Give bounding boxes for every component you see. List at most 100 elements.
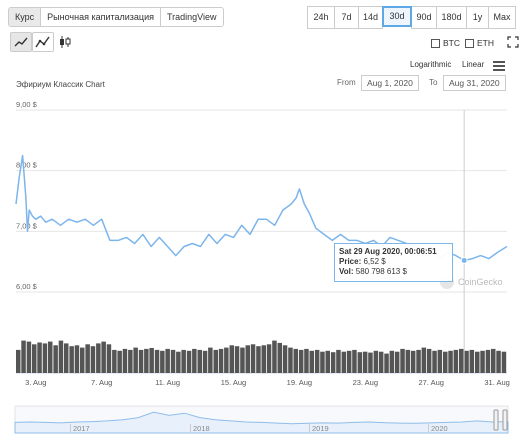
- x-tick-label: 19. Aug: [287, 378, 312, 387]
- volume-bar: [485, 349, 491, 373]
- volume-bar: [53, 345, 58, 374]
- volume-bar: [192, 348, 197, 373]
- volume-bar: [80, 347, 85, 373]
- volume-bar: [48, 341, 53, 373]
- navigator-year-label: 2017: [70, 424, 90, 433]
- volume-bar: [368, 352, 373, 373]
- volume-bar: [229, 345, 234, 374]
- volume-bar: [325, 350, 330, 373]
- volume-bar: [496, 350, 501, 373]
- tooltip-price-label: Price:: [339, 257, 362, 266]
- tooltip-date: Sat 29 Aug 2020, 00:06:51: [339, 247, 437, 256]
- volume-bar: [165, 348, 170, 373]
- navigator-right-handle[interactable]: [502, 409, 508, 431]
- volume-bar: [256, 346, 261, 373]
- volume-bar: [304, 348, 309, 373]
- volume-bar: [69, 346, 74, 373]
- volume-bar: [352, 349, 357, 373]
- volume-bar: [330, 352, 336, 373]
- volume-bar: [426, 348, 432, 373]
- volume-bar: [373, 350, 379, 373]
- volume-bar: [298, 349, 304, 373]
- volume-bar: [112, 349, 117, 373]
- volume-bar: [16, 349, 21, 373]
- volume-bar: [234, 346, 240, 373]
- hover-point: [460, 256, 468, 264]
- volume-bar: [480, 350, 485, 373]
- volume-bar: [58, 340, 64, 373]
- volume-bar: [453, 349, 459, 373]
- volume-bar: [154, 349, 160, 373]
- navigator-left-handle[interactable]: [493, 409, 499, 431]
- volume-bar: [170, 349, 176, 373]
- volume-bar: [469, 349, 475, 373]
- volume-bar: [394, 351, 400, 373]
- volume-bar: [410, 350, 416, 373]
- tooltip-price: 6,52 $: [363, 257, 386, 266]
- volume-bar: [384, 353, 389, 373]
- navigator-year-label: 2019: [309, 424, 329, 433]
- x-tick-label: 15. Aug: [221, 378, 246, 387]
- volume-bar: [138, 349, 144, 373]
- volume-bar: [464, 350, 469, 373]
- volume-bar: [448, 350, 453, 373]
- volume-bar: [74, 345, 80, 374]
- volume-bar: [181, 349, 186, 373]
- volume-bar: [346, 350, 352, 373]
- volume-bar: [501, 351, 507, 373]
- volume-bar: [197, 349, 202, 373]
- range-30d-button[interactable]: 30d: [382, 6, 412, 27]
- volume-bar: [272, 340, 277, 373]
- tooltip-volume: 580 798 613 $: [355, 267, 407, 276]
- volume-bar: [293, 348, 298, 373]
- volume-bar: [202, 350, 208, 373]
- volume-bar: [282, 345, 288, 374]
- volume-bar: [90, 346, 96, 373]
- x-tick-label: 31. Aug: [484, 378, 509, 387]
- volume-bar: [208, 347, 213, 373]
- volume-bar: [250, 344, 256, 373]
- volume-bar: [341, 351, 347, 373]
- volume-bar: [213, 349, 218, 373]
- volume-bar: [416, 349, 421, 373]
- volume-bar: [475, 351, 480, 373]
- volume-bar: [357, 352, 363, 373]
- volume-bar: [160, 350, 165, 373]
- volume-bar: [186, 350, 192, 373]
- volume-bar: [133, 347, 138, 373]
- volume-bar: [96, 343, 101, 373]
- volume-bar: [144, 348, 149, 373]
- volume-bar: [218, 348, 224, 373]
- y-tick-label: 8,00 $: [16, 161, 38, 170]
- volume-bar: [149, 348, 154, 373]
- volume-bar: [437, 349, 443, 373]
- tooltip-volume-label: Vol:: [339, 267, 354, 276]
- x-tick-label: 11. Aug: [155, 378, 180, 387]
- x-tick-label: 3. Aug: [25, 378, 46, 387]
- volume-bar: [117, 350, 122, 373]
- volume-bar: [421, 347, 427, 373]
- y-tick-label: 6,00 $: [16, 282, 38, 291]
- volume-bar: [389, 350, 395, 373]
- price-tooltip: Sat 29 Aug 2020, 00:06:51 Price: 6,52 $ …: [334, 243, 453, 282]
- volume-bar: [400, 348, 405, 373]
- navigator-year-label: 2020: [428, 424, 448, 433]
- volume-bar: [443, 351, 448, 373]
- volume-bar: [336, 349, 341, 373]
- volume-bar: [314, 349, 320, 373]
- volume-bar: [288, 347, 293, 373]
- volume-bar: [128, 349, 133, 373]
- volume-bar: [106, 344, 112, 373]
- volume-bar: [266, 344, 272, 373]
- x-tick-label: 23. Aug: [353, 378, 378, 387]
- volume-bar: [37, 342, 42, 373]
- volume-bar: [240, 347, 245, 373]
- volume-bar: [320, 351, 325, 373]
- x-tick-label: 7. Aug: [91, 378, 112, 387]
- price-chart[interactable]: 6,00 $7,00 $8,00 $9,00 $ 3. Aug 7. Aug 11.…: [0, 0, 528, 445]
- volume-bar: [26, 341, 32, 373]
- volume-bar: [176, 351, 181, 373]
- volume-bar: [224, 347, 229, 373]
- navigator-year-label: 2018: [190, 424, 210, 433]
- volume-bar: [64, 343, 69, 373]
